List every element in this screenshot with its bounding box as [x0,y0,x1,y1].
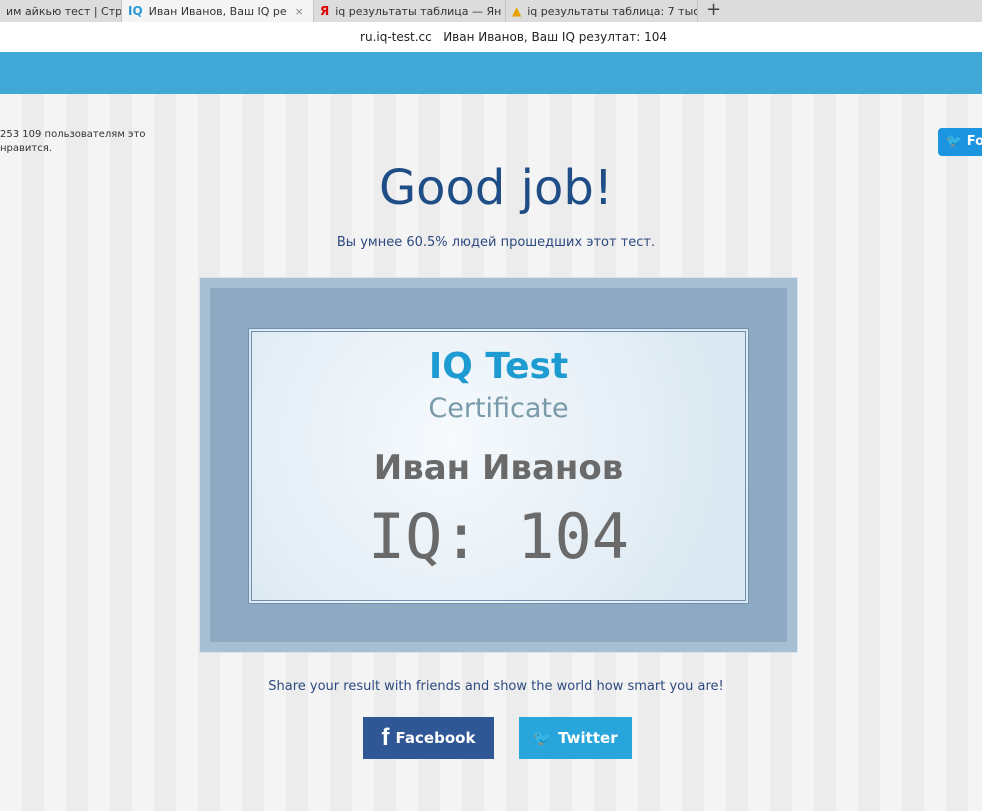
new-tab-button[interactable]: + [698,0,729,22]
close-tab-icon[interactable]: × [295,5,304,18]
twitter-bird-icon: 🐦 [946,134,963,149]
percentile-text: Вы умнее 60.5% людей прошедших этот тест… [336,235,656,250]
facebook-label: Facebook [395,729,476,747]
tab-1[interactable]: им айкью тест | Стра [0,0,122,22]
iq-favicon-icon: IQ [128,4,143,18]
certificate-name: Иван Иванов [373,448,624,488]
tab-label: им айкью тест | Стра [6,4,122,18]
certificate-subtitle: Certificate [428,393,569,424]
address-bar[interactable]: ru.iq-test.cc Иван Иванов, Ваш IQ резулт… [0,22,982,52]
address-title: Иван Иванов, Ваш IQ резултат: 104 [443,30,667,44]
tab-bar: им айкью тест | Стра IQ Иван Иванов, Ваш … [0,0,982,22]
twitter-bird-icon: 🐦 [533,729,553,747]
certificate-title: IQ Test [428,346,569,387]
tab-4[interactable]: ▲ iq результаты таблица: 7 тыс [506,0,698,22]
tab-label: iq результаты таблица — Ян [335,4,502,18]
yandex-favicon-icon: Я [320,4,330,18]
twitter-follow-button[interactable]: 🐦 Fo [938,128,982,156]
tab-label: Иван Иванов, Ваш IQ ре [148,4,287,18]
address-domain: ru.iq-test.cc [360,30,432,44]
twitter-share-button[interactable]: 🐦 Twitter [519,717,632,759]
certificate: IQ Test Certificate Иван Иванов IQ: 104 [199,277,798,653]
site-header [0,52,982,94]
twitter-label: Twitter [558,729,618,747]
share-text: Share your result with friends and show … [268,679,724,694]
facebook-share-button[interactable]: f Facebook [363,717,494,759]
image-icon: ▲ [512,4,522,18]
likes-text: 253 109 пользователям это нравится. [0,129,146,154]
page-title: Good job! [378,160,614,216]
certificate-score: IQ: 104 [367,500,630,573]
tab-label: iq результаты таблица: 7 тыс [527,4,698,18]
tab-2-active[interactable]: IQ Иван Иванов, Ваш IQ ре × [122,0,314,22]
tab-3[interactable]: Яiq результаты таблица — Ян [314,0,506,22]
facebook-icon: f [381,724,390,751]
follow-label: Fo [966,134,982,149]
